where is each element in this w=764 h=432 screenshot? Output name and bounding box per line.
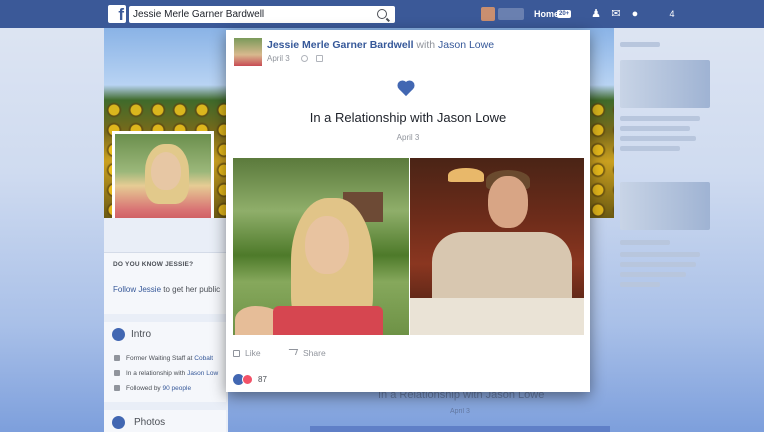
post-actions: Like Share: [226, 348, 590, 362]
share-icon: [286, 349, 299, 355]
life-event-title: In a Relationship with Jason Lowe: [309, 110, 507, 125]
photo-face: [488, 176, 528, 228]
intro-item-text: In a relationship with: [126, 370, 188, 377]
home-link[interactable]: Home: [534, 9, 559, 19]
background-post-date: April 3: [450, 408, 470, 415]
share-button[interactable]: Share: [286, 348, 326, 358]
intro-card: Intro Former Waiting Staff at Cobalt In …: [104, 322, 226, 402]
intro-item: Followed by 90 people: [114, 385, 191, 392]
intro-icon: [112, 328, 125, 341]
sidebar-text-line: [620, 136, 696, 141]
do-you-know-header: DO YOU KNOW JESSIE?: [113, 261, 194, 268]
intro-item-link[interactable]: 90 people: [163, 385, 192, 392]
post-photo-right[interactable]: [410, 158, 584, 335]
share-label: Share: [303, 348, 326, 358]
sidebar-thumbnail[interactable]: [620, 60, 710, 108]
top-navigation-bar: f Home 20+ ♟ ✉ ● 4: [0, 0, 764, 28]
user-name-link[interactable]: [498, 8, 524, 20]
relationship-icon: [114, 370, 120, 377]
sidebar-text-line: [620, 126, 690, 131]
intro-item-link[interactable]: Cobalt: [194, 355, 213, 362]
post-photo-left[interactable]: [233, 158, 409, 335]
author-avatar[interactable]: [234, 38, 262, 66]
do-you-know-card: DO YOU KNOW JESSIE? Follow Jessie to get…: [104, 252, 226, 314]
post-date[interactable]: April 3: [267, 54, 290, 63]
home-notification-badge: 20+: [557, 10, 572, 18]
account-menu[interactable]: 4: [662, 8, 682, 20]
life-event-post-modal: Jessie Merle Garner Bardwell with Jason …: [226, 30, 590, 392]
intro-title: Intro: [131, 329, 152, 340]
like-button[interactable]: Like: [233, 348, 261, 358]
photo-table: [410, 298, 584, 335]
with-prefix: with: [413, 39, 439, 51]
sidebar-text-line: [620, 116, 700, 121]
intro-item-text: Followed by: [126, 385, 163, 392]
audience-icon[interactable]: [316, 55, 323, 62]
intro-item-link[interactable]: Jason Low: [187, 370, 218, 377]
sidebar-text-line: [620, 282, 660, 287]
intro-item-text: Former Waiting Staff at: [126, 355, 195, 362]
like-label: Like: [245, 348, 261, 358]
intro-item: In a relationship with Jason Low: [114, 370, 218, 377]
profile-picture[interactable]: [112, 131, 214, 231]
right-sidebar: [620, 40, 720, 340]
sidebar-text-line: [620, 262, 696, 267]
search-input[interactable]: [129, 6, 377, 23]
follow-prompt: Follow Jessie to get her public: [113, 285, 220, 294]
facebook-logo[interactable]: f: [108, 5, 126, 24]
photos-card[interactable]: Photos: [104, 410, 226, 432]
photos-icon: [112, 416, 125, 429]
like-icon: [233, 350, 240, 357]
work-icon: [114, 355, 120, 362]
life-event-date: April 3: [396, 133, 420, 142]
post-header: Jessie Merle Garner Bardwell with Jason …: [267, 39, 494, 51]
sidebar-text-line: [620, 272, 686, 277]
heart-icon: [398, 81, 416, 98]
profile-face: [151, 152, 181, 190]
friends-icon[interactable]: ♟: [590, 8, 602, 20]
user-avatar[interactable]: [481, 7, 495, 21]
sidebar-header-line: [620, 42, 660, 47]
globe-icon[interactable]: ●: [629, 8, 641, 20]
love-reaction-icon: [242, 374, 253, 385]
photo-red-top: [273, 306, 383, 335]
followers-icon: [114, 385, 120, 392]
background-bar: [310, 426, 610, 432]
sidebar-text-line: [620, 146, 680, 151]
photos-title: Photos: [134, 417, 166, 428]
tagged-person-link[interactable]: Jason Lowe: [438, 39, 494, 51]
search-box[interactable]: [129, 6, 395, 23]
sidebar-thumbnail[interactable]: [620, 182, 710, 230]
sidebar-text-line: [620, 252, 700, 257]
messages-icon[interactable]: ✉: [610, 8, 622, 20]
follow-link[interactable]: Follow Jessie: [113, 285, 161, 294]
photo-face: [305, 216, 349, 274]
author-name-link[interactable]: Jessie Merle Garner Bardwell: [267, 39, 414, 51]
sidebar-text-line: [620, 240, 670, 245]
privacy-icon[interactable]: [301, 55, 308, 62]
search-icon[interactable]: [377, 9, 387, 19]
photo-lamp: [448, 168, 484, 182]
follow-prompt-rest: to get her public: [161, 285, 221, 294]
intro-item: Former Waiting Staff at Cobalt: [114, 355, 213, 362]
reaction-count: 87: [258, 375, 267, 384]
